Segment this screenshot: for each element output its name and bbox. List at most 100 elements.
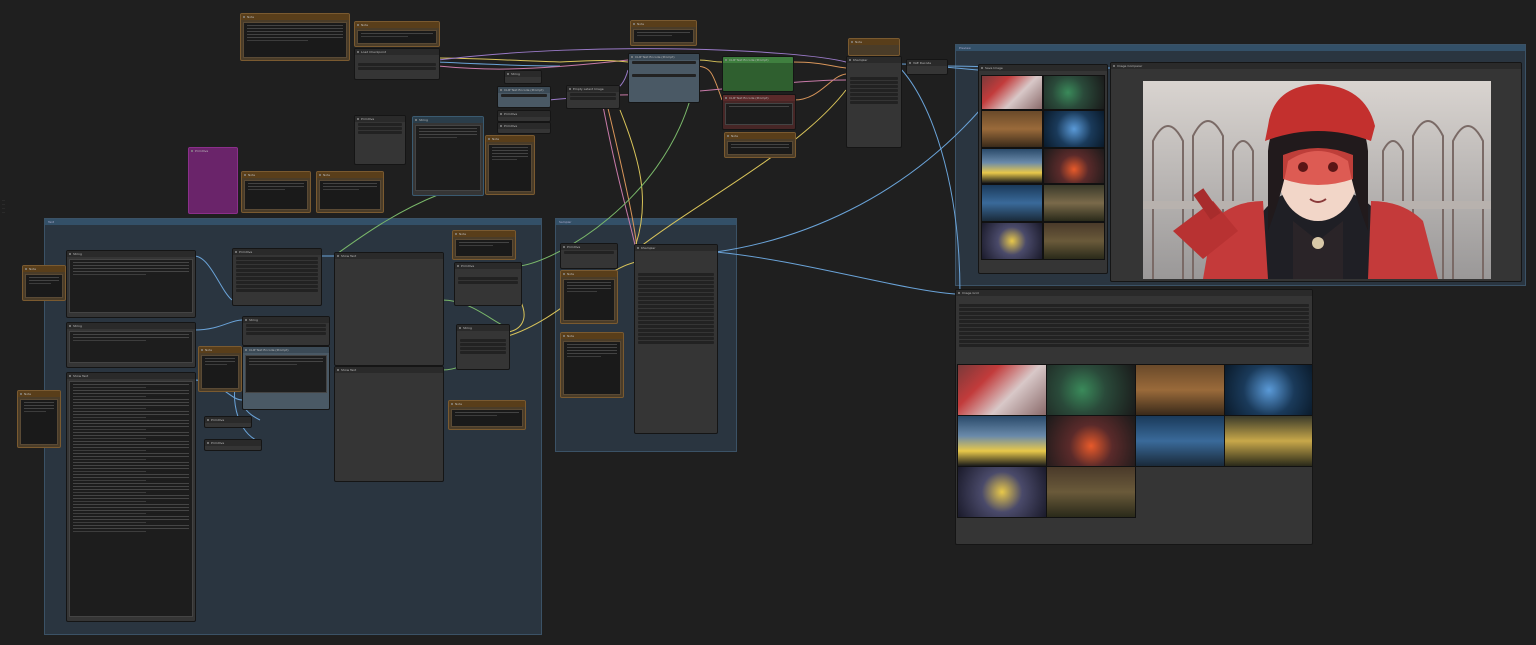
note-text[interactable] [563,341,621,395]
negative-text[interactable] [725,103,793,125]
small-list-node[interactable]: String [242,316,330,346]
note-sampler-1[interactable]: Note [560,270,618,324]
text-node-2[interactable]: String [66,322,196,368]
adv-field-3[interactable] [638,281,714,284]
show-text-area[interactable] [69,381,193,617]
image-grid-node[interactable]: Image Grid [955,289,1313,545]
note-text[interactable] [20,399,58,445]
empty-latent-node[interactable]: Empty Latent Image [566,85,620,109]
scheduler-field[interactable] [850,97,898,100]
thumb-8[interactable] [1043,184,1105,222]
grid-img-10[interactable] [1046,466,1136,518]
width-field[interactable] [570,93,616,96]
seed-field[interactable] [850,77,898,80]
small-field-1[interactable] [246,324,326,327]
note-top-2[interactable]: Note [354,21,440,47]
note-top-4[interactable]: Note [848,38,900,56]
list-field-3[interactable] [236,265,318,268]
small-field-2[interactable] [246,328,326,331]
adv-field-15[interactable] [638,329,714,332]
adv-field-18[interactable] [638,341,714,344]
thumb-3[interactable] [981,110,1043,148]
note-top-left[interactable]: Note [240,13,350,61]
ksampler-positive-node[interactable]: CLIP Text Encode (Prompt) [722,56,794,92]
adv-field-6[interactable] [638,293,714,296]
thumb-1[interactable] [981,75,1043,110]
adv-field-14[interactable] [638,325,714,328]
show-text-node[interactable]: Show Text [66,372,196,622]
grid-field-9[interactable] [959,336,1309,339]
adv-field-1[interactable] [638,273,714,276]
main-preview-image[interactable] [1143,81,1491,279]
clip-input-2[interactable] [632,74,696,77]
thumb-5[interactable] [981,148,1043,184]
tiny-node-2[interactable]: Primitive [204,439,262,451]
list-field-4[interactable] [236,269,318,272]
adv-field-8[interactable] [638,301,714,304]
save-image-node[interactable]: Save Image [978,64,1108,274]
grid-img-3[interactable] [1135,364,1225,416]
list-field-1[interactable] [236,257,318,260]
setting-1[interactable] [358,123,402,126]
tiny-node-1[interactable]: Primitive [204,416,252,428]
lora-node[interactable]: String [504,70,542,84]
list-field-6[interactable] [236,277,318,280]
thumb-6[interactable] [1043,148,1105,184]
grid-field-11[interactable] [959,344,1309,347]
clip-field[interactable] [501,94,547,97]
switch-field-2[interactable] [458,281,518,284]
clip-node-mid[interactable]: CLIP Text Encode (Prompt) [242,346,330,410]
large-empty-node-1[interactable]: Show Text [334,252,444,366]
note-in-group-2[interactable]: Note [452,230,516,260]
list-field-9[interactable] [236,289,318,292]
note-text[interactable] [357,30,437,44]
vae-decode-node[interactable]: VAE Decode [906,59,948,75]
sampler-small-field[interactable] [564,251,614,254]
concat-field-2[interactable] [460,343,506,346]
setting-2[interactable] [358,127,402,130]
negative-prompt-node[interactable]: CLIP Text Encode (Prompt) [722,94,796,130]
note-outside-left-1[interactable]: Note [22,265,66,301]
clip-text-encode-node[interactable]: CLIP Text Encode (Prompt) [628,53,700,103]
list-field-5[interactable] [236,273,318,276]
grid-img-6[interactable] [1046,415,1136,467]
note-text[interactable] [563,279,615,321]
grid-field-3[interactable] [959,312,1309,315]
note-text[interactable] [451,409,523,427]
adv-field-13[interactable] [638,321,714,324]
list-field-8[interactable] [236,285,318,288]
list-field-2[interactable] [236,261,318,264]
adv-field-4[interactable] [638,285,714,288]
small-field-3[interactable] [246,332,326,335]
adv-field-2[interactable] [638,277,714,280]
adv-field-5[interactable] [638,289,714,292]
grid-field-4[interactable] [959,316,1309,319]
note-top-3[interactable]: Note [630,20,697,46]
note-text[interactable] [633,29,694,43]
thumb-9[interactable] [981,222,1043,260]
adv-field-12[interactable] [638,317,714,320]
prompt-text-node[interactable]: String [412,116,484,196]
note-in-group-1[interactable]: Note [198,346,242,392]
grid-img-7[interactable] [1135,415,1225,467]
thumb-2[interactable] [1043,75,1105,110]
text-node-1[interactable]: String [66,250,196,318]
graph-canvas[interactable]: ... ... ... ... Text Sampler Preview Not… [0,0,1536,645]
thumb-7[interactable] [981,184,1043,222]
adv-field-10[interactable] [638,309,714,312]
list-field-7[interactable] [236,281,318,284]
grid-field-5[interactable] [959,320,1309,323]
text-area-1[interactable] [69,259,193,313]
ksampler-advanced-node[interactable]: KSampler [634,244,718,434]
thumb-10[interactable] [1043,222,1105,260]
int-node[interactable]: Primitive [497,110,551,122]
note-text[interactable] [244,180,308,210]
grid-field-10[interactable] [959,340,1309,343]
grid-field-8[interactable] [959,332,1309,335]
concat-node[interactable]: String [456,324,510,370]
settings-list-node[interactable]: Primitive [232,248,322,306]
grid-img-9[interactable] [957,466,1047,518]
concat-field-4[interactable] [460,351,506,354]
grid-field-7[interactable] [959,328,1309,331]
note-text[interactable] [319,180,381,210]
